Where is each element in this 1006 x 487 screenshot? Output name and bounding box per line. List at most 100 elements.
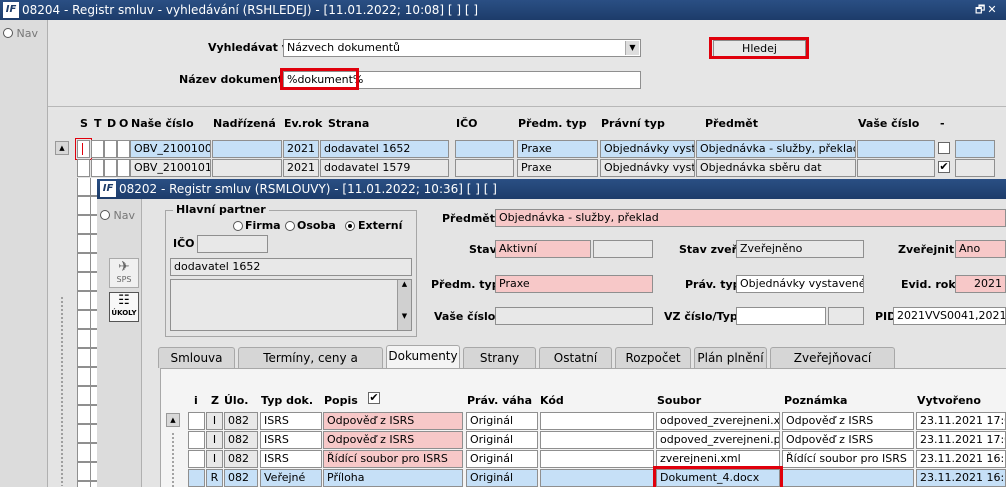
row-ev-rok[interactable]: 2021 [283, 140, 319, 158]
stav-extra[interactable] [593, 240, 653, 258]
predmet-input[interactable]: Objednávka - služby, překlad [495, 209, 1006, 227]
tab-smlouva[interactable]: Smlouva [158, 347, 235, 368]
tab-strany[interactable]: Strany [463, 347, 536, 368]
radio-osoba[interactable] [285, 221, 295, 231]
radio-externi[interactable] [345, 221, 355, 231]
ukoly-button[interactable]: ☷ ÚKOLY [109, 292, 139, 322]
doc-cell-kod[interactable] [540, 412, 654, 430]
row-predmet[interactable]: Objednávka - služby, překlad [696, 140, 856, 158]
row-ico[interactable] [455, 140, 514, 158]
row-pravni-typ[interactable]: Objednávky vystavené [600, 159, 695, 177]
ico-input[interactable] [197, 235, 268, 253]
row-nadrizena[interactable] [212, 159, 282, 177]
row-extra[interactable] [955, 159, 995, 177]
doc-cell-typ[interactable]: Veřejné [260, 469, 322, 487]
row-nase-cislo[interactable]: OBV_21001010 [130, 159, 211, 177]
tab-dokumenty[interactable]: Dokumenty [386, 345, 460, 368]
row-cell-d[interactable] [104, 159, 117, 177]
row-cell-o[interactable] [117, 159, 130, 177]
doc-cell-popis[interactable]: Řídící soubor pro ISRS [323, 450, 463, 468]
doc-cell-soubor[interactable]: odpoved_zverejneni.pdf [656, 431, 780, 449]
doc-cell-i[interactable] [188, 469, 205, 487]
sps-button[interactable]: ✈ SPS [109, 258, 139, 288]
stav-input[interactable]: Aktivní [495, 240, 591, 258]
row-vase-cislo[interactable] [857, 140, 935, 158]
row-select-cell[interactable] [77, 159, 90, 177]
row-nase-cislo[interactable]: OBV_21001009 [130, 140, 211, 158]
doc-cell-i[interactable] [188, 450, 205, 468]
tab-zverejnovaci-dolozka[interactable]: Zveřejňovací doložka [770, 347, 895, 385]
popis-checkbox-checked[interactable]: ✔ [368, 392, 380, 404]
doc-cell-typ[interactable]: ISRS [260, 412, 322, 430]
row-strana[interactable]: dodavatel 1579 [320, 159, 449, 177]
doc-cell-vaha[interactable]: Originál [466, 469, 538, 487]
doc-cell-poznamka[interactable]: Odpověď z ISRS [782, 412, 914, 430]
doc-cell-poznamka[interactable]: Odpověď z ISRS [782, 431, 914, 449]
tab-terminy[interactable]: Termíny, ceny a činnosti [238, 347, 383, 385]
doc-cell-z[interactable]: I [206, 412, 223, 430]
doc-cell-ulo[interactable]: 082 [224, 412, 258, 430]
row-extra[interactable] [955, 140, 995, 158]
doc-cell-vytvoreno[interactable]: 23.11.2021 16:50:... [916, 469, 1006, 487]
scroll-up-icon[interactable]: ▲ [398, 280, 411, 288]
pid-input[interactable]: 2021VVS0041,2021VVS... [893, 307, 1006, 325]
doc-cell-z[interactable]: I [206, 450, 223, 468]
row-ev-rok[interactable]: 2021 [283, 159, 319, 177]
row-checkbox[interactable] [938, 142, 950, 154]
doc-cell-vaha[interactable]: Originál [466, 450, 538, 468]
search-by-select[interactable]: Názvech dokumentů ▼ [283, 39, 641, 57]
vz-input[interactable] [736, 307, 826, 325]
doc-cell-soubor[interactable]: odpoved_zverejneni.xml [656, 412, 780, 430]
doc-cell-ulo[interactable]: 082 [224, 431, 258, 449]
doc-cell-poznamka[interactable] [782, 469, 914, 487]
doc-cell-z[interactable]: R [206, 469, 223, 487]
stav-zver-input[interactable]: Zveřejněno [736, 240, 864, 258]
doc-scroll-grip[interactable] [171, 432, 175, 487]
scroll-up-icon[interactable]: ▲ [55, 141, 69, 155]
zverejnit-input[interactable]: Ano [955, 240, 1006, 258]
row-vase-cislo[interactable] [857, 159, 935, 177]
scroll-down-icon[interactable]: ▼ [398, 312, 411, 320]
tab-plan-plneni[interactable]: Plán plnění [694, 347, 767, 368]
vase-cislo-input[interactable] [495, 307, 653, 325]
predm-typ-input[interactable]: Praxe [495, 275, 653, 293]
doc-cell-i[interactable] [188, 412, 205, 430]
prav-typ-input[interactable]: Objednávky vystavené [736, 275, 864, 293]
doc-cell-i[interactable] [188, 431, 205, 449]
inner-nav-toggle[interactable]: Nav [100, 209, 135, 222]
row-cell-t[interactable] [91, 140, 104, 158]
doc-cell-kod[interactable] [540, 450, 654, 468]
row-cell-t[interactable] [91, 159, 104, 177]
row-predm-typ[interactable]: Praxe [517, 159, 598, 177]
doc-cell-ulo[interactable]: 082 [224, 450, 258, 468]
tab-ostatni[interactable]: Ostatní [539, 347, 612, 368]
row-ico[interactable] [455, 159, 514, 177]
row-pravni-typ[interactable]: Objednávky vystavené [600, 140, 695, 158]
doc-cell-typ[interactable]: ISRS [260, 450, 322, 468]
doc-cell-vytvoreno[interactable]: 23.11.2021 17:00:... [916, 412, 1006, 430]
evid-rok-input[interactable]: 2021 [955, 275, 1006, 293]
outer-nav-toggle[interactable]: Nav [3, 27, 38, 40]
radio-firma[interactable] [233, 221, 243, 231]
partner-name-field[interactable]: dodavatel 1652 [170, 258, 412, 276]
doc-cell-typ[interactable]: ISRS [260, 431, 322, 449]
doc-cell-popis[interactable]: Odpověď z ISRS [323, 412, 463, 430]
window-controls[interactable]: 🗗✕ [975, 0, 999, 20]
scrollbar[interactable]: ▲ ▼ [397, 280, 411, 330]
doc-cell-popis[interactable]: Odpověď z ISRS [323, 431, 463, 449]
tab-rozpocet[interactable]: Rozpočet [615, 347, 691, 368]
row-predmet[interactable]: Objednávka sběru dat [696, 159, 856, 177]
doc-cell-kod[interactable] [540, 431, 654, 449]
row-cell-o[interactable] [117, 140, 130, 158]
doc-cell-vytvoreno[interactable]: 23.11.2021 16:53:... [916, 450, 1006, 468]
row-cell-d[interactable] [104, 140, 117, 158]
close-icon[interactable]: ✕ [987, 3, 998, 16]
doc-cell-poznamka[interactable]: Řídící soubor pro ISRS [782, 450, 914, 468]
row-strana[interactable]: dodavatel 1652 [320, 140, 449, 158]
doc-cell-kod[interactable] [540, 469, 654, 487]
scroll-grip[interactable] [60, 296, 64, 486]
doc-cell-vaha[interactable]: Originál [466, 412, 538, 430]
row-nadrizena[interactable] [212, 140, 282, 158]
doc-scroll-up-icon[interactable]: ▲ [166, 413, 180, 427]
doc-cell-popis[interactable]: Příloha [323, 469, 463, 487]
